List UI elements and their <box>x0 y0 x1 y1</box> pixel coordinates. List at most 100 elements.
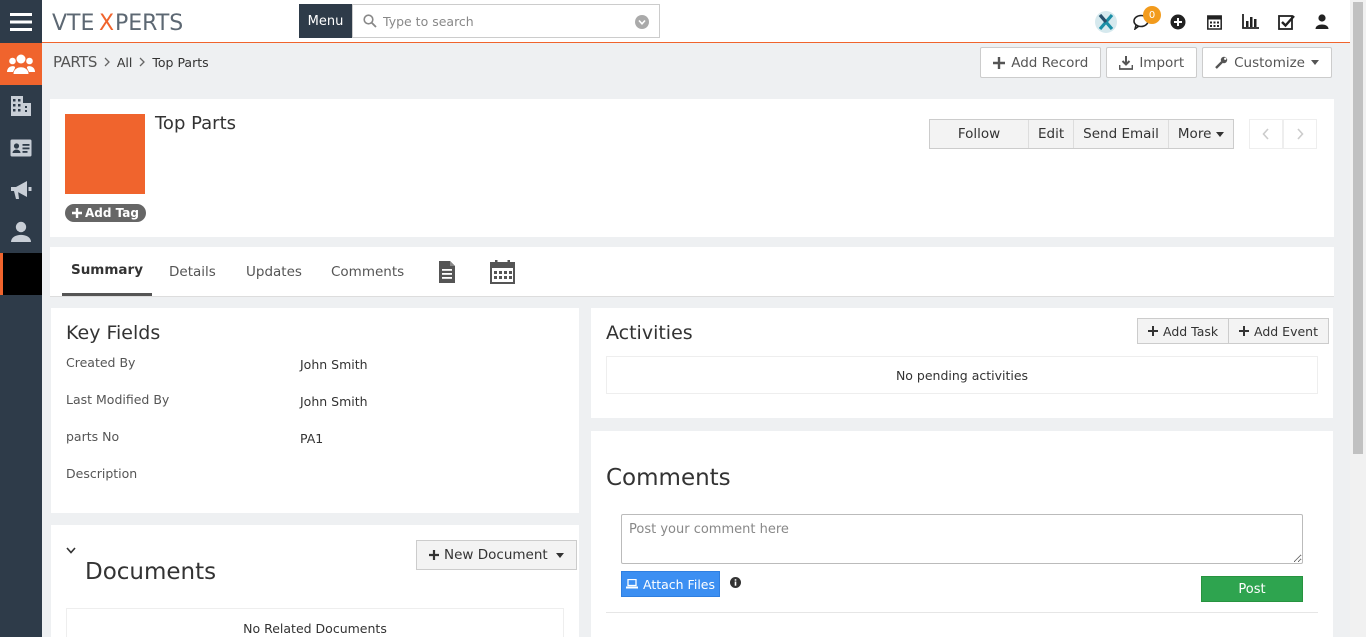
customize-label: Customize <box>1234 54 1305 71</box>
next-record-button[interactable] <box>1283 119 1317 149</box>
tab-comments[interactable]: Comments <box>331 247 404 296</box>
activities-title: Activities <box>606 322 693 344</box>
sidebar-item-campaigns[interactable] <box>0 169 42 211</box>
more-label: More <box>1177 126 1212 142</box>
chat-icon[interactable]: 0 <box>1124 0 1161 43</box>
record-avatar <box>65 114 145 194</box>
field-value-created-by: John Smith <box>300 357 368 372</box>
tab-details-label: Details <box>169 263 216 280</box>
activities-empty-text: No pending activities <box>895 367 1029 383</box>
x-app-icon[interactable] <box>1088 0 1124 43</box>
info-icon[interactable] <box>730 577 741 588</box>
sidebar-item-vcard[interactable] <box>0 127 42 169</box>
person-icon <box>11 221 31 242</box>
record-tabs: Summary Details Updates Comments <box>50 247 1334 297</box>
sidebar-item-organizations[interactable] <box>0 85 42 127</box>
plus-icon <box>429 550 439 560</box>
import-button[interactable]: Import <box>1106 47 1198 78</box>
key-fields-panel: Key Fields Created By John Smith Last Mo… <box>51 308 579 513</box>
hamburger-menu-icon[interactable] <box>0 0 42 43</box>
follow-label: Follow <box>957 126 1001 142</box>
key-fields-title: Key Fields <box>66 322 161 344</box>
collapse-toggle-icon[interactable] <box>66 547 76 554</box>
customize-button[interactable]: Customize <box>1202 47 1332 78</box>
sidebar-item-black[interactable] <box>0 253 42 295</box>
scrollbar-thumb[interactable] <box>1353 2 1363 454</box>
field-value-parts-no: PA1 <box>300 431 324 446</box>
breadcrumb-filter[interactable]: All <box>117 55 133 70</box>
add-tag-label: Add Tag <box>85 206 139 220</box>
import-label: Import <box>1139 54 1185 71</box>
documents-empty-text: No Related Documents <box>243 620 387 636</box>
send-email-label: Send Email <box>1083 126 1159 142</box>
add-tag-button[interactable]: Add Tag <box>65 204 146 222</box>
add-record-label: Add Record <box>1011 54 1089 71</box>
chevron-right-icon <box>1297 128 1304 140</box>
document-icon <box>439 260 455 283</box>
follow-button[interactable]: Follow <box>930 120 1029 148</box>
new-document-button[interactable]: New Document <box>416 540 577 570</box>
caret-down-icon <box>1311 60 1319 65</box>
plus-icon <box>1148 326 1158 336</box>
global-search[interactable] <box>352 4 660 38</box>
chevron-left-icon <box>1262 128 1269 140</box>
tab-documents[interactable] <box>438 247 456 296</box>
field-label-created-by: Created By <box>66 355 136 370</box>
chevron-right-icon <box>103 57 111 67</box>
plus-icon <box>1239 326 1249 336</box>
add-event-button[interactable]: Add Event <box>1228 318 1329 344</box>
brand-logo[interactable]: VTE X PERTS <box>52 9 192 35</box>
comments-divider <box>606 612 1318 613</box>
search-dropdown-icon[interactable] <box>635 15 649 29</box>
menu-button[interactable]: Menu <box>299 4 352 38</box>
campaigns-icon <box>11 181 32 199</box>
documents-empty-message: No Related Documents <box>66 608 564 637</box>
sidebar-item-contacts[interactable] <box>0 43 42 85</box>
record-title: Top Parts <box>155 113 237 134</box>
top-icons: 0 <box>1088 0 1340 43</box>
add-task-label: Add Task <box>1163 323 1219 339</box>
svg-text:PERTS: PERTS <box>115 11 183 35</box>
comments-panel: Comments Attach Files Post <box>591 431 1333 637</box>
documents-panel: Documents New Document No Related Docume… <box>51 525 579 637</box>
search-icon <box>363 14 377 28</box>
comment-textarea[interactable] <box>621 514 1303 564</box>
notification-badge: 0 <box>1143 6 1161 24</box>
tab-updates[interactable]: Updates <box>246 247 302 296</box>
plus-circle-icon[interactable] <box>1160 0 1196 43</box>
tab-comments-label: Comments <box>331 263 405 280</box>
chevron-right-icon <box>138 57 146 67</box>
add-task-button[interactable]: Add Task <box>1137 318 1230 344</box>
search-input[interactable] <box>383 6 623 36</box>
breadcrumb-module[interactable]: PARTS <box>53 53 97 71</box>
attach-files-button[interactable]: Attach Files <box>621 571 720 597</box>
reports-icon[interactable] <box>1232 0 1268 43</box>
organizations-icon <box>11 96 31 116</box>
previous-record-button[interactable] <box>1249 119 1283 149</box>
post-button[interactable]: Post <box>1201 576 1303 602</box>
send-email-button[interactable]: Send Email <box>1074 120 1169 148</box>
edit-button[interactable]: Edit <box>1029 120 1075 148</box>
more-button[interactable]: More <box>1169 120 1233 148</box>
activities-empty-message: No pending activities <box>606 356 1318 394</box>
tab-summary[interactable]: Summary <box>62 247 152 296</box>
caret-down-icon <box>1216 131 1225 137</box>
tab-updates-label: Updates <box>246 263 302 280</box>
top-bar: VTE X PERTS Menu 0 <box>0 0 1350 43</box>
breadcrumb: PARTS All Top Parts <box>53 53 209 71</box>
tab-calendar[interactable] <box>490 247 515 296</box>
tab-details[interactable]: Details <box>169 247 216 296</box>
vertical-scrollbar[interactable] <box>1350 0 1366 637</box>
tasks-icon[interactable] <box>1268 0 1304 43</box>
calendar-icon[interactable] <box>1196 0 1232 43</box>
download-icon <box>1119 55 1134 70</box>
add-record-button[interactable]: Add Record <box>980 47 1102 78</box>
attach-files-label: Attach Files <box>643 576 715 592</box>
calendar-icon <box>490 259 515 284</box>
field-label-description: Description <box>66 466 138 481</box>
breadcrumb-record: Top Parts <box>152 54 209 70</box>
sidebar-item-person[interactable] <box>0 211 42 253</box>
post-label: Post <box>1238 581 1266 597</box>
user-icon[interactable] <box>1304 0 1340 43</box>
new-document-label: New Document <box>444 547 548 563</box>
